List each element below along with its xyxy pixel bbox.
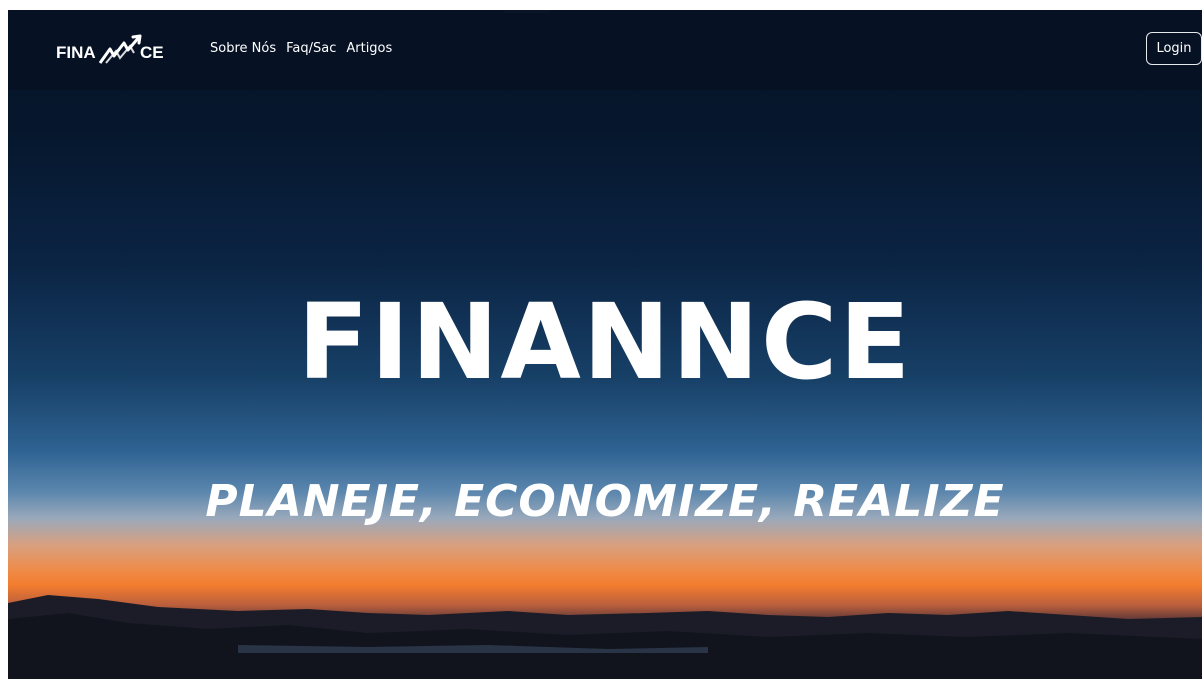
nav-link-sobre-nos[interactable]: Sobre Nós (210, 41, 276, 56)
svg-text:CE: CE (140, 43, 164, 62)
mountain-silhouette (8, 595, 1202, 679)
svg-text:FINA: FINA (56, 43, 96, 62)
trend-arrow-icon: FINA CE (56, 34, 164, 64)
login-button[interactable]: Login (1146, 32, 1202, 65)
brand-logo[interactable]: FINA CE (56, 27, 176, 71)
page-frame: FINA CE Sobre Nós Faq/Sac Artigos Login … (8, 10, 1202, 679)
hero-subtitle: PLANEJE, ECONOMIZE, REALIZE (205, 476, 1005, 527)
nav-link-artigos[interactable]: Artigos (346, 41, 392, 56)
nav-link-faq-sac[interactable]: Faq/Sac (286, 41, 336, 56)
hero-title: FINANNCE (297, 281, 913, 403)
navbar: FINA CE Sobre Nós Faq/Sac Artigos Login (8, 10, 1202, 90)
nav-links: Sobre Nós Faq/Sac Artigos (210, 41, 392, 56)
